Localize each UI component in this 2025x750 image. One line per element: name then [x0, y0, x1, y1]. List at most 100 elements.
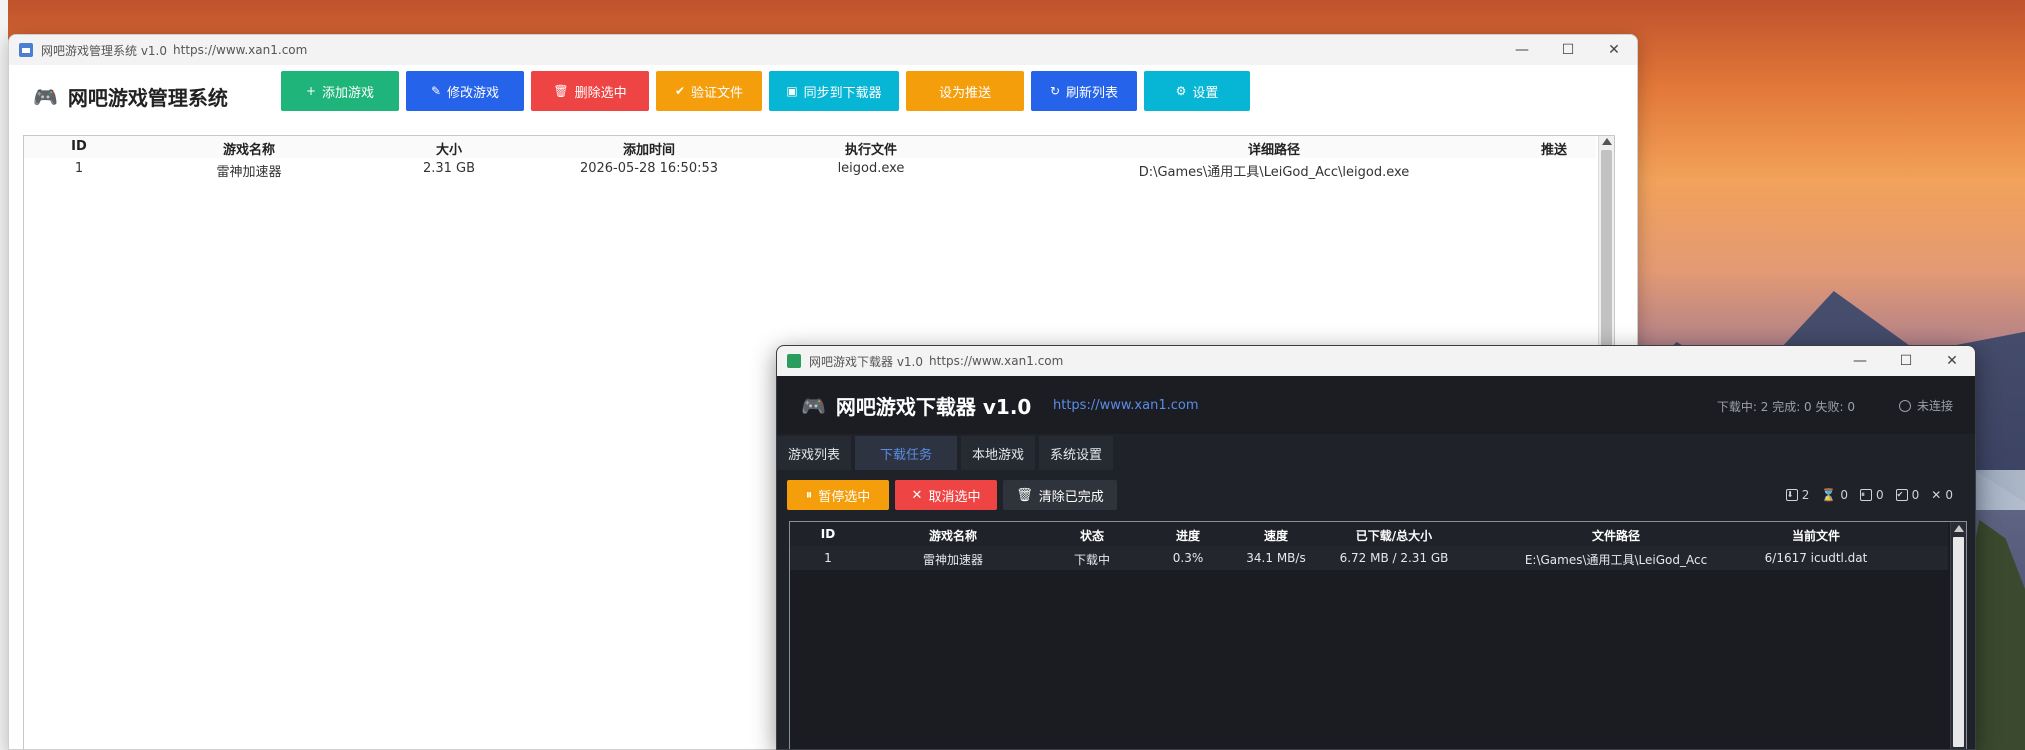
pause-button[interactable]: ⏸ 暂停选中 — [787, 480, 889, 510]
counter-done: ✔ 0 — [1895, 488, 1920, 502]
cell-7: 6/1617 icudtl.dat — [1764, 551, 1868, 565]
column-header-5: 详细路径 — [1247, 143, 1300, 158]
verify-icon: ✔ — [674, 84, 686, 98]
table-row[interactable]: 1 雷神加速器 2.31 GB 2026-05-28 16:50:53 leigod.e… — [24, 158, 1596, 180]
column-header-6: 推送 — [1540, 143, 1567, 158]
settings-icon: ⚙ — [1175, 84, 1187, 98]
download-app-icon — [787, 354, 801, 368]
cell-3: 0.3% — [1172, 551, 1204, 565]
desktop-edge — [0, 0, 8, 750]
verify-label: 验证文件 — [691, 85, 744, 101]
close-icon[interactable]: ✕ — [1591, 35, 1637, 65]
website-link[interactable]: https://www.xan1.com — [1053, 398, 1199, 413]
tab-1[interactable]: 下载任务 — [855, 436, 957, 470]
downloader-window: 网吧游戏下载器 v1.0 https://www.xan1.com — ☐ ✕ … — [776, 345, 1976, 750]
scroll-up-icon[interactable] — [1602, 138, 1612, 145]
tab-2[interactable]: 本地游戏 — [961, 436, 1035, 470]
counter-downloading: ⬇ 2 — [1785, 488, 1810, 502]
maximize-icon[interactable]: ☐ — [1883, 346, 1929, 376]
cancel-icon: ✕ — [911, 487, 923, 503]
close-icon[interactable]: ✕ — [1929, 346, 1975, 376]
cell-0: 1 — [824, 551, 832, 565]
column-header-3: 进度 — [1175, 529, 1200, 543]
column-header-7: 当前文件 — [1791, 529, 1840, 543]
cell-0: 1 — [74, 161, 84, 176]
edit-button[interactable]: ✎ 修改游戏 — [406, 71, 524, 111]
tab-0[interactable]: 游戏列表 — [777, 436, 851, 470]
app-icon — [19, 43, 33, 57]
hourglass-icon: ⌛ — [1821, 488, 1837, 502]
vertical-scrollbar[interactable] — [1950, 522, 1966, 749]
downloader-window-title: 网吧游戏下载器 v1.0 — [809, 354, 924, 369]
delete-label: 删除选中 — [574, 85, 627, 101]
table-row[interactable]: 1 雷神加速器 下载中 0.3% 34.1 MB/s 6.72 MB / 2.31 GB E… — [790, 546, 1948, 570]
column-header-4: 速度 — [1263, 529, 1288, 543]
cell-2: 2.31 GB — [422, 161, 476, 176]
verify-button[interactable]: ✔ 验证文件 — [656, 71, 762, 111]
sync-icon: ▣ — [786, 84, 798, 98]
delete-icon: 🗑 — [553, 84, 569, 98]
tab-3[interactable]: 系统设置 — [1039, 436, 1113, 470]
cancel-button[interactable]: ✕ 取消选中 — [895, 480, 997, 510]
manager-titlebar[interactable]: 网吧游戏管理系统 v1.0 https://www.xan1.com — ☐ ✕ — [9, 35, 1637, 65]
push-label: 设为推送 — [938, 85, 991, 101]
pause-icon: ⏸ — [805, 487, 813, 503]
edit-icon: ✎ — [430, 84, 442, 98]
manager-header: 🎮 网吧游戏管理系统 + 添加游戏 ✎ 修改游戏 🗑 删除选中 ✔ 验证文件 ▣ 同步到下载器 设为… — [9, 65, 1637, 123]
manager-window-title: 网吧游戏管理系统 v1.0 — [41, 43, 168, 58]
maximize-icon[interactable]: ☐ — [1545, 35, 1591, 65]
refresh-icon: ↻ — [1049, 84, 1061, 98]
clear-button[interactable]: 🗑 清除已完成 — [1003, 480, 1117, 510]
download-stats: 下载中: 2 完成: 0 失败: 0 — [1716, 400, 1855, 414]
refresh-button[interactable]: ↻ 刷新列表 — [1031, 71, 1137, 111]
push-button[interactable]: 设为推送 — [906, 71, 1024, 111]
x-icon: ✕ — [1931, 488, 1942, 502]
download-icon: ⬇ — [1785, 489, 1798, 501]
sync-label: 同步到下载器 — [803, 85, 882, 101]
table-header: ID 游戏名称 状态 进度 速度 已下载/总大小 文件路径 当前文件 — [790, 522, 1948, 546]
scroll-up-icon[interactable] — [1954, 525, 1964, 532]
cell-4: 34.1 MB/s — [1246, 551, 1306, 565]
delete-button[interactable]: 🗑 删除选中 — [531, 71, 649, 111]
check-icon: ✔ — [1895, 489, 1908, 501]
column-header-0: ID — [820, 527, 836, 541]
minimize-icon[interactable]: — — [1837, 346, 1883, 376]
connection-text: 未连接 — [1916, 399, 1953, 413]
downloader-brand: 🎮 网吧游戏下载器 v1.0 — [801, 391, 1031, 420]
cell-3: 2026-05-28 16:50:53 — [579, 161, 719, 176]
downloader-window-url: https://www.xan1.com — [929, 354, 1064, 368]
column-header-2: 状态 — [1079, 529, 1104, 543]
downloader-toolbar: ⏸ 暂停选中 ✕ 取消选中 🗑 清除已完成 ⬇ 2 ⌛ 0 ⏸ 0 ✔ 0 ✕ 0 — [777, 472, 1975, 518]
edit-label: 修改游戏 — [447, 85, 500, 101]
scroll-thumb[interactable] — [1953, 537, 1964, 747]
downloader-titlebar[interactable]: 网吧游戏下载器 v1.0 https://www.xan1.com — ☐ ✕ — [777, 346, 1975, 376]
cell-4: leigod.exe — [837, 161, 905, 176]
refresh-label: 刷新列表 — [1066, 85, 1119, 101]
column-header-1: 游戏名称 — [928, 529, 977, 543]
cell-6: E:\Games\通用工具\LeiGod_Acc — [1524, 553, 1708, 567]
connection-status: 未连接 — [1898, 397, 1953, 414]
clear-label: 清除已完成 — [1038, 489, 1104, 505]
column-header-4: 执行文件 — [844, 143, 897, 158]
table-header: ID 游戏名称 大小 添加时间 执行文件 详细路径 推送 — [24, 136, 1596, 158]
column-header-2: 大小 — [435, 143, 462, 158]
gamepad-icon: 🎮 — [33, 84, 58, 109]
gamepad-icon: 🎮 — [801, 393, 826, 418]
task-counters: ⬇ 2 ⌛ 0 ⏸ 0 ✔ 0 ✕ 0 — [1785, 488, 1953, 502]
downloader-header: 🎮 网吧游戏下载器 v1.0 https://www.xan1.com 下载中:… — [777, 376, 1975, 434]
column-header-1: 游戏名称 — [222, 143, 275, 158]
cell-1: 雷神加速器 — [216, 165, 282, 180]
add-label: 添加游戏 — [322, 85, 375, 101]
column-header-5: 已下载/总大小 — [1355, 529, 1433, 543]
minimize-icon[interactable]: — — [1499, 35, 1545, 65]
cell-5: D:\Games\通用工具\LeiGod_Acc\leigod.exe — [1138, 165, 1410, 180]
sync-button[interactable]: ▣ 同步到下载器 — [769, 71, 899, 111]
add-button[interactable]: + 添加游戏 — [281, 71, 399, 111]
manager-brand-text: 网吧游戏管理系统 — [67, 86, 228, 110]
cell-1: 雷神加速器 — [922, 553, 983, 567]
counter-paused: ⏸ 0 — [1860, 488, 1884, 502]
settings-button[interactable]: ⚙ 设置 — [1144, 71, 1250, 111]
download-tasks-table: ID 游戏名称 状态 进度 速度 已下载/总大小 文件路径 当前文件 1 雷神加速器 下载中 0.3… — [789, 521, 1967, 749]
downloader-tabs: 游戏列表 下载任务 本地游戏 系统设置 — [777, 434, 1975, 472]
manager-brand: 🎮 网吧游戏管理系统 — [33, 82, 228, 111]
